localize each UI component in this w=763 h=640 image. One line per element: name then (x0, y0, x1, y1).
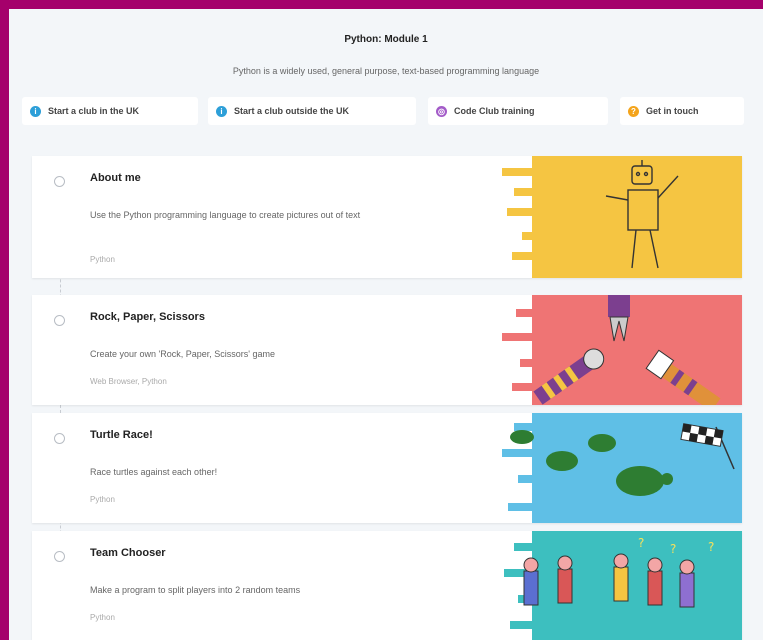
training-icon: ◎ (436, 105, 447, 117)
svg-text:?: ? (670, 542, 676, 556)
project-status-circle (54, 176, 65, 187)
project-status-circle (54, 551, 65, 562)
project-description: Create your own 'Rock, Paper, Scissors' … (90, 349, 276, 359)
start-club-outside-uk-label: Start a club outside the UK (234, 106, 350, 116)
svg-text:?: ? (638, 536, 644, 550)
club-links-bar: i Start a club in the UK i Start a club … (22, 97, 752, 125)
info-icon: i (216, 105, 227, 117)
start-club-outside-uk-link[interactable]: i Start a club outside the UK (208, 97, 416, 125)
info-icon: i (30, 105, 41, 117)
project-card-turtle-race[interactable]: Turtle Race! Race turtles against each o… (32, 413, 742, 523)
page-title: Python: Module 1 (344, 34, 428, 45)
project-card-rock-paper-scissors[interactable]: Rock, Paper, Scissors Create your own 'R… (32, 295, 742, 405)
project-card-about-me[interactable]: About me Use the Python programming lang… (32, 156, 742, 278)
project-title[interactable]: Rock, Paper, Scissors (90, 311, 205, 323)
robot-illustration (502, 156, 742, 278)
question-icon: ? (628, 105, 639, 117)
project-status-circle (54, 315, 65, 326)
get-in-touch-link[interactable]: ? Get in touch (620, 97, 744, 125)
team-chooser-illustration: ? ? ? (502, 531, 742, 640)
project-tags: Python (90, 255, 115, 264)
page-subtitle: Python is a widely used, general purpose… (232, 66, 540, 76)
rock-paper-scissors-illustration (502, 295, 742, 405)
code-club-training-link[interactable]: ◎ Code Club training (428, 97, 608, 125)
project-description: Make a program to split players into 2 r… (90, 585, 301, 595)
project-tags: Web Browser, Python (90, 377, 167, 386)
project-title[interactable]: About me (90, 172, 141, 184)
start-club-uk-link[interactable]: i Start a club in the UK (22, 97, 198, 125)
page: Python: Module 1 Python is a widely used… (9, 9, 763, 640)
project-status-circle (54, 433, 65, 444)
project-description: Use the Python programming language to c… (90, 210, 361, 220)
start-club-uk-label: Start a club in the UK (48, 106, 140, 116)
turtle-race-illustration (502, 413, 742, 523)
project-title[interactable]: Team Chooser (90, 547, 166, 559)
project-tags: Python (90, 495, 115, 504)
svg-text:?: ? (708, 540, 714, 554)
get-in-touch-label: Get in touch (646, 106, 699, 116)
project-tags: Python (90, 613, 115, 622)
project-title[interactable]: Turtle Race! (90, 429, 153, 441)
code-club-training-label: Code Club training (454, 106, 535, 116)
project-card-team-chooser[interactable]: Team Chooser Make a program to split pla… (32, 531, 742, 640)
project-description: Race turtles against each other! (90, 467, 218, 477)
